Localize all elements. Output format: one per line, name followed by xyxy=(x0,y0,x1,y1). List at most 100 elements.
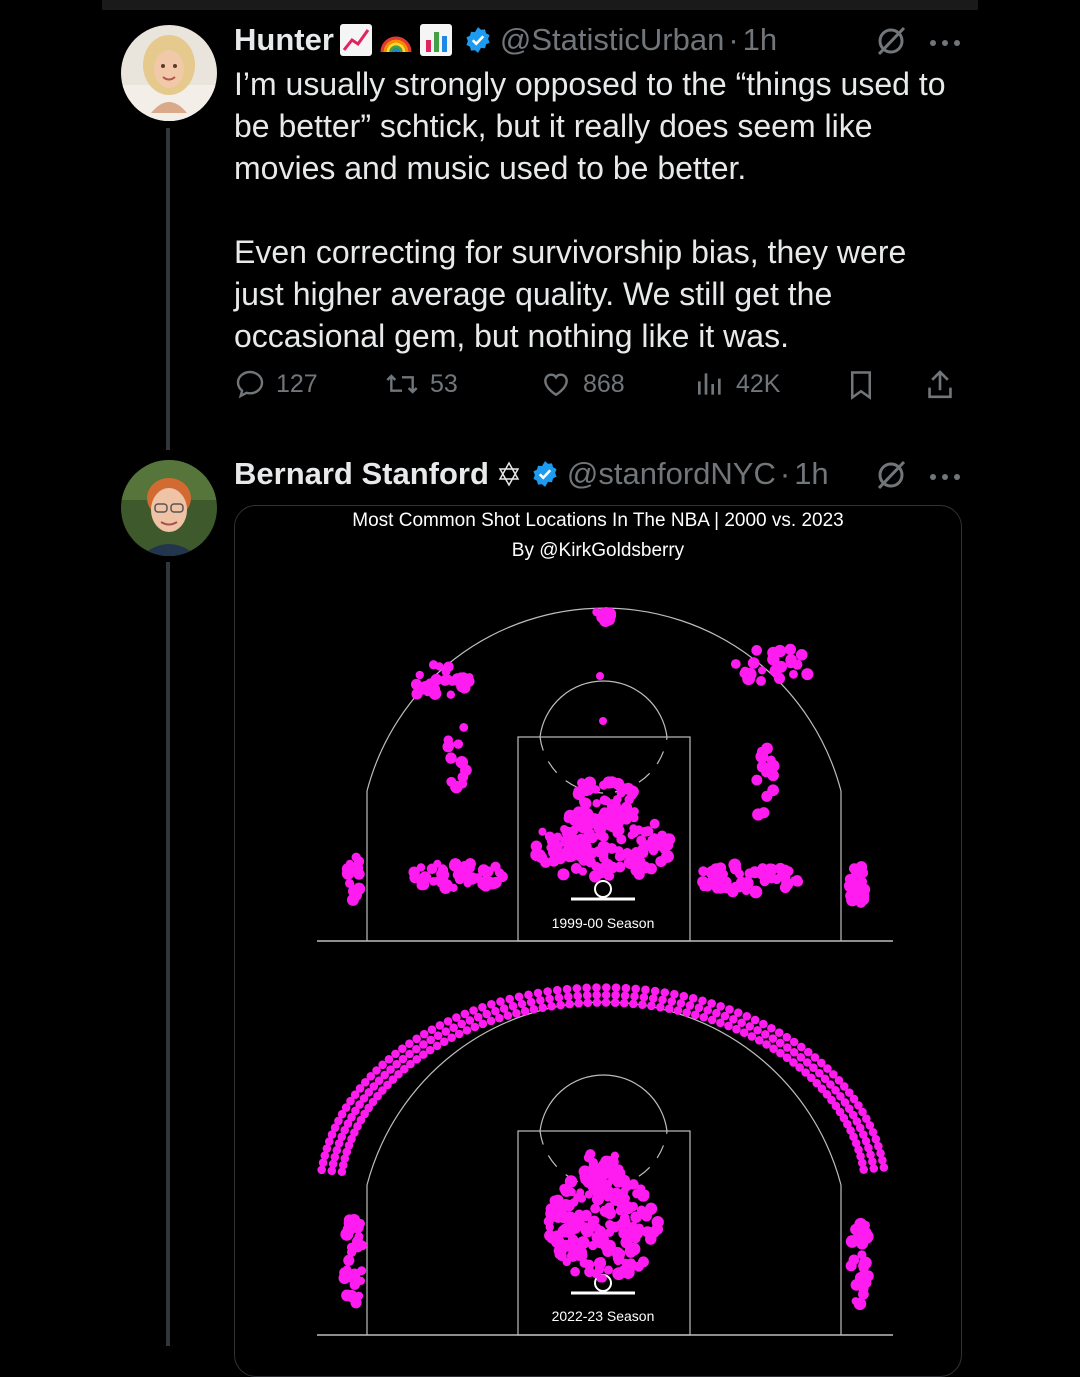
shot-hex xyxy=(580,1209,592,1221)
shot-hex xyxy=(801,668,814,681)
shot-hex xyxy=(585,856,596,868)
shot-hex xyxy=(853,881,862,891)
display-name[interactable]: Hunter xyxy=(234,22,334,58)
shot-hex xyxy=(859,1165,868,1174)
avatar-bernard[interactable] xyxy=(121,460,217,556)
shot-hex xyxy=(670,989,679,999)
shot-hex xyxy=(573,991,583,1001)
shot-hex xyxy=(452,1013,461,1022)
shot-hex xyxy=(551,1194,564,1207)
shot-hex xyxy=(598,1274,607,1283)
shot-hex xyxy=(619,1212,630,1223)
shot-hex xyxy=(598,1168,610,1180)
grok-icon[interactable] xyxy=(874,24,908,58)
share-button[interactable] xyxy=(924,368,966,402)
shot-hex xyxy=(629,828,639,838)
shot-hex xyxy=(612,777,625,790)
shot-hex xyxy=(487,1000,496,1009)
shot-chart: 1999-00 Season 2022-23 Season xyxy=(317,606,893,1336)
shot-hex xyxy=(601,983,611,992)
rainbow-emoji-icon xyxy=(378,22,414,58)
display-name[interactable]: Bernard Stanford xyxy=(234,456,489,492)
tweet-text-paragraph-1: I’m usually strongly opposed to the “thi… xyxy=(234,66,946,186)
shot-hex xyxy=(878,1156,887,1165)
handle[interactable]: @StatisticUrban xyxy=(500,22,724,58)
shot-hex xyxy=(630,992,639,1001)
shot-hex xyxy=(752,888,762,897)
shot-hex xyxy=(582,983,591,993)
more-icon[interactable] xyxy=(928,35,962,46)
more-icon[interactable] xyxy=(928,469,962,480)
shot-hex xyxy=(346,1292,357,1303)
bookmark-icon xyxy=(851,371,871,400)
verified-badge-icon[interactable] xyxy=(531,460,559,488)
shot-hex xyxy=(430,673,443,686)
shot-hex xyxy=(443,739,455,751)
shot-hex xyxy=(789,1037,799,1047)
shot-hex xyxy=(756,676,766,686)
shot-hex xyxy=(601,998,611,1007)
shot-hex xyxy=(465,673,474,682)
views-count: 42K xyxy=(736,369,781,398)
shot-hex xyxy=(565,999,574,1009)
shot-hex xyxy=(611,990,620,1000)
like-button[interactable]: 868 xyxy=(539,368,625,400)
shot-hex xyxy=(595,1227,606,1238)
retweet-count: 53 xyxy=(430,369,458,398)
shot-hex xyxy=(398,1044,407,1053)
shot-hex xyxy=(597,828,606,838)
shot-hex xyxy=(648,1226,660,1238)
retweet-button[interactable]: 53 xyxy=(384,368,458,400)
reply-button[interactable]: 127 xyxy=(234,368,318,400)
shot-hex xyxy=(767,1023,776,1033)
shot-hex xyxy=(459,723,469,732)
shot-hex xyxy=(350,1271,360,1281)
top-border xyxy=(102,0,978,10)
shot-hex xyxy=(879,1163,889,1172)
shot-hex xyxy=(648,994,658,1003)
shot-hex xyxy=(602,1155,614,1167)
shot-hex xyxy=(637,1189,650,1202)
free-throw-circle-top xyxy=(539,1074,668,1132)
bookmark-button[interactable] xyxy=(846,368,886,402)
shot-hex xyxy=(445,752,457,764)
shot-hex xyxy=(562,843,575,856)
shot-hex xyxy=(543,987,552,996)
shot-hex xyxy=(639,992,649,1002)
verified-badge-icon[interactable] xyxy=(464,26,492,54)
shot-hex xyxy=(559,1183,570,1194)
avatar-hunter[interactable] xyxy=(121,25,217,121)
shot-hex xyxy=(600,1240,612,1252)
shot-hex xyxy=(612,1267,626,1281)
shot-hex xyxy=(596,672,604,680)
shot-hex xyxy=(570,1266,580,1277)
shot-hex xyxy=(597,841,609,852)
timestamp[interactable]: 1h xyxy=(743,22,777,58)
shot-hex xyxy=(789,669,798,679)
views-button[interactable]: 42K xyxy=(694,368,780,400)
shot-hex xyxy=(426,1035,435,1045)
shot-hex xyxy=(443,661,454,672)
bar-chart-emoji-icon xyxy=(418,22,454,58)
shot-hex xyxy=(453,739,464,749)
shot-hex xyxy=(803,1047,813,1057)
separator-dot: · xyxy=(728,22,739,57)
shot-hex xyxy=(635,1223,644,1233)
shot-hex xyxy=(744,868,755,879)
shot-hex xyxy=(797,1042,806,1052)
shot-hex xyxy=(419,1029,429,1039)
shot-hex xyxy=(446,776,457,787)
like-icon xyxy=(544,373,568,397)
shot-hex xyxy=(720,881,734,894)
timestamp[interactable]: 1h xyxy=(794,456,828,492)
media-card[interactable]: Most Common Shot Locations In The NBA | … xyxy=(234,505,962,1377)
shot-hex xyxy=(774,1028,784,1037)
handle[interactable]: @stanfordNYC xyxy=(567,456,776,492)
shot-hex xyxy=(564,992,573,1001)
tweet-actions: 127 53 868 42K xyxy=(234,368,960,412)
grok-icon[interactable] xyxy=(874,458,908,492)
free-throw-circle-top xyxy=(539,680,668,738)
shot-hex xyxy=(613,1164,624,1174)
shot-hex xyxy=(603,1265,613,1275)
shot-hex xyxy=(795,648,808,661)
